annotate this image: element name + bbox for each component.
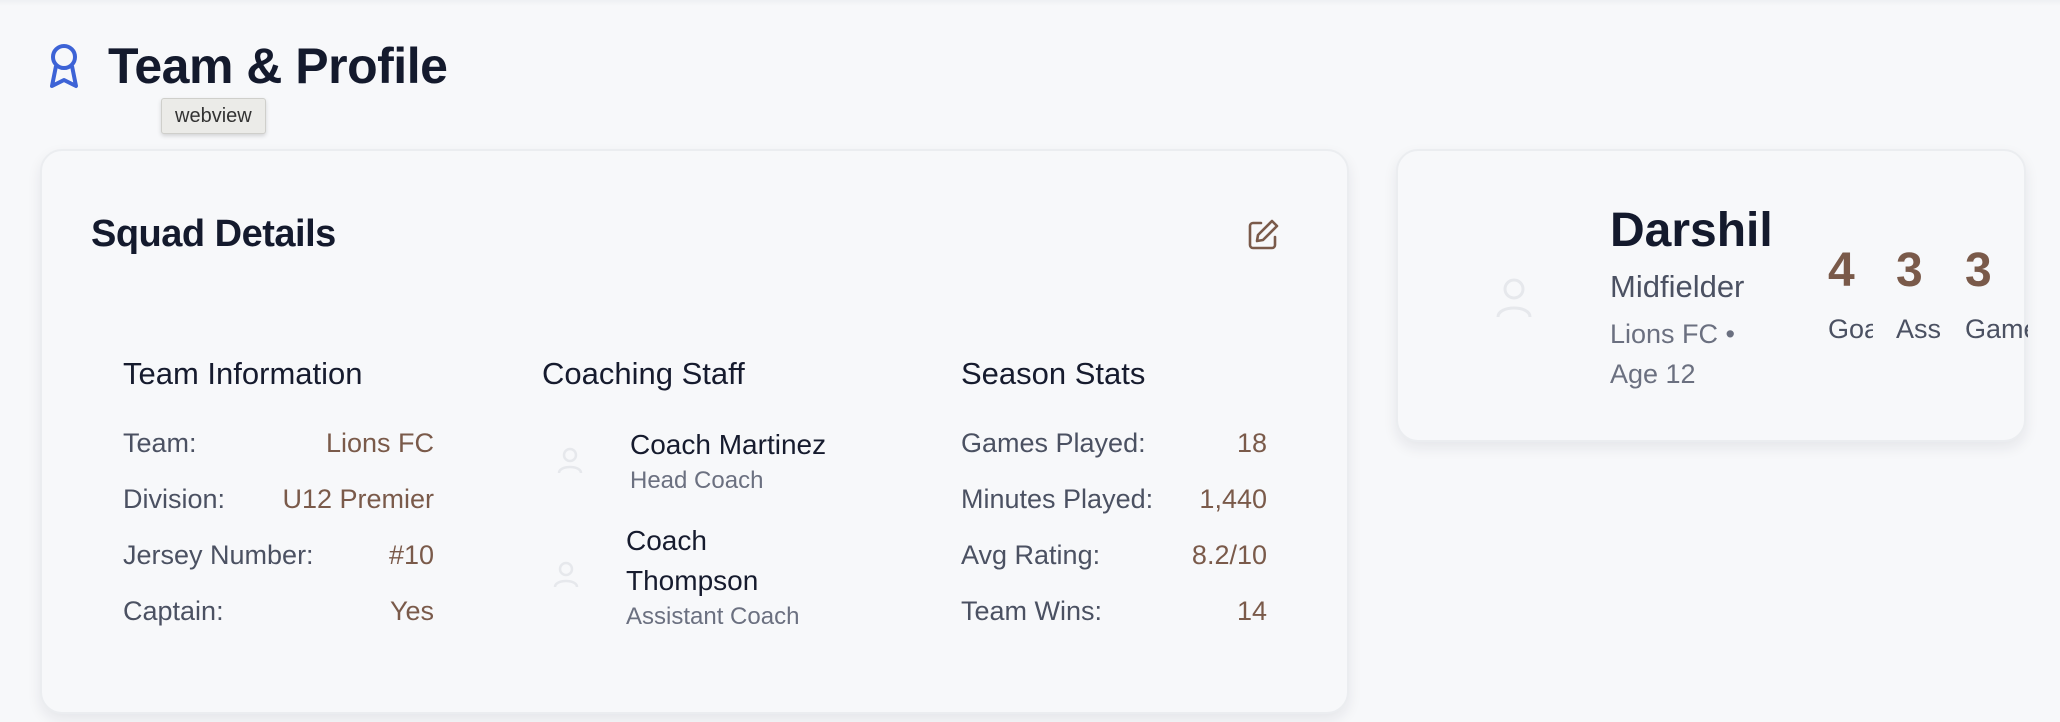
user-icon	[557, 447, 583, 474]
jersey-label: Jersey Number:	[123, 540, 314, 570]
captain-value: Yes	[389, 596, 434, 626]
assists-label: Assists	[1896, 314, 1941, 344]
squad-details-card: Squad Details Team Information Team: Lio…	[40, 149, 1349, 714]
team-value: Lions FC	[325, 428, 434, 458]
team-info-title: Team Information	[123, 356, 363, 391]
card-title: Squad Details	[91, 213, 336, 255]
user-icon	[1496, 278, 1532, 318]
coaching-staff-title: Coaching Staff	[542, 356, 745, 391]
games-value: 3	[1965, 244, 1992, 297]
avg-rating-value: 8.2/10	[1191, 540, 1267, 570]
division-label: Division:	[123, 484, 226, 514]
edit-icon[interactable]	[1245, 217, 1281, 253]
goals-value: 4	[1828, 244, 1855, 297]
captain-label: Captain:	[123, 596, 224, 626]
division-value: U12 Premier	[282, 484, 434, 514]
top-edge	[0, 0, 2060, 6]
minutes-played-value: 1,440	[1199, 484, 1267, 514]
user-icon	[553, 561, 579, 588]
coach-name-line2: Thompson	[626, 565, 759, 596]
award-icon	[50, 44, 78, 88]
player-team: Lions FC •	[1610, 319, 1735, 349]
coach-role: Assistant Coach	[626, 603, 800, 630]
coach-name: Coach Martinez	[630, 429, 827, 460]
minutes-played-label: Minutes Played:	[961, 484, 1154, 514]
coach-role: Head Coach	[630, 467, 764, 494]
assists-value: 3	[1896, 244, 1923, 297]
player-name: Darshil	[1610, 204, 1773, 257]
goals-label: Goals	[1828, 314, 1873, 344]
jersey-value: #10	[388, 540, 434, 570]
team-label: Team:	[123, 428, 197, 458]
season-stats-title: Season Stats	[961, 356, 1146, 391]
player-age: Age 12	[1610, 359, 1696, 389]
page-title: Team & Profile	[108, 38, 448, 94]
page-header: Team & Profile	[44, 36, 448, 96]
player-position: Midfielder	[1610, 269, 1745, 304]
games-played-label: Games Played:	[961, 428, 1146, 458]
webview-tooltip: webview	[161, 98, 266, 134]
team-wins-label: Team Wins:	[961, 596, 1103, 626]
team-wins-value: 14	[1236, 596, 1267, 626]
coach-name-line1: Coach	[626, 525, 707, 556]
avg-rating-label: Avg Rating:	[961, 540, 1101, 570]
player-profile-card: Darshil Midfielder Lions FC • Age 12 4 G…	[1396, 149, 2028, 442]
games-played-value: 18	[1236, 428, 1267, 458]
games-label: Games	[1965, 314, 2028, 344]
